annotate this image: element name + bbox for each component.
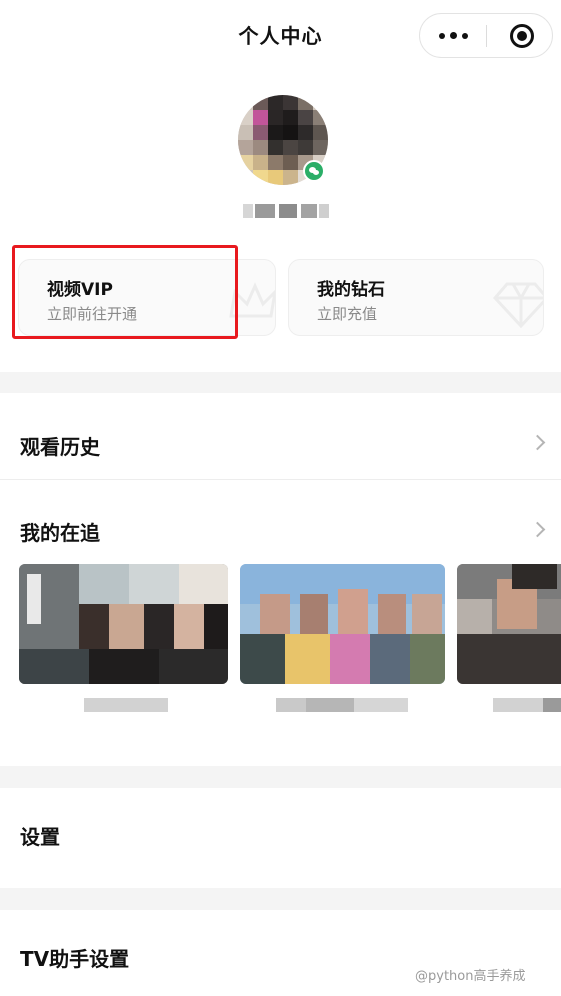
wechat-icon bbox=[303, 160, 325, 182]
chevron-right-icon bbox=[529, 521, 546, 538]
video-caption-pixelated bbox=[84, 698, 168, 714]
my-diamond-card[interactable]: 我的钻石 立即充值 bbox=[288, 259, 544, 336]
mini-program-capsule bbox=[419, 13, 553, 58]
menu-item-history[interactable]: 观看历史 bbox=[0, 393, 561, 479]
chevron-right-icon bbox=[529, 434, 546, 451]
following-label: 我的在追 bbox=[20, 521, 100, 545]
menu-item-settings[interactable]: 设置 bbox=[0, 788, 561, 888]
video-caption-pixelated bbox=[493, 698, 561, 714]
video-thumbnail[interactable] bbox=[457, 564, 561, 684]
section-gap bbox=[0, 372, 561, 393]
more-dots-icon[interactable] bbox=[420, 14, 486, 57]
capsule-divider bbox=[486, 25, 487, 47]
watermark: @python高手养成 bbox=[415, 969, 526, 984]
menu-item-following[interactable]: 我的在追 bbox=[0, 480, 561, 560]
diamond-icon bbox=[493, 282, 543, 328]
settings-label: 设置 bbox=[20, 825, 60, 849]
section-gap bbox=[0, 766, 561, 788]
video-caption-pixelated bbox=[276, 698, 408, 714]
diamond-card-subtitle: 立即充值 bbox=[317, 305, 378, 323]
tv-assistant-label: TV助手设置 bbox=[20, 947, 130, 971]
diamond-card-title: 我的钻石 bbox=[317, 280, 385, 300]
navigation-bar: 个人中心 bbox=[0, 0, 561, 72]
video-thumbnail[interactable] bbox=[19, 564, 228, 684]
video-thumbnail[interactable] bbox=[240, 564, 445, 684]
section-gap bbox=[0, 888, 561, 910]
history-label: 观看历史 bbox=[20, 435, 100, 459]
vip-highlight-box bbox=[12, 245, 238, 339]
nickname-pixelated bbox=[243, 200, 329, 222]
target-circle-icon[interactable] bbox=[510, 24, 534, 48]
